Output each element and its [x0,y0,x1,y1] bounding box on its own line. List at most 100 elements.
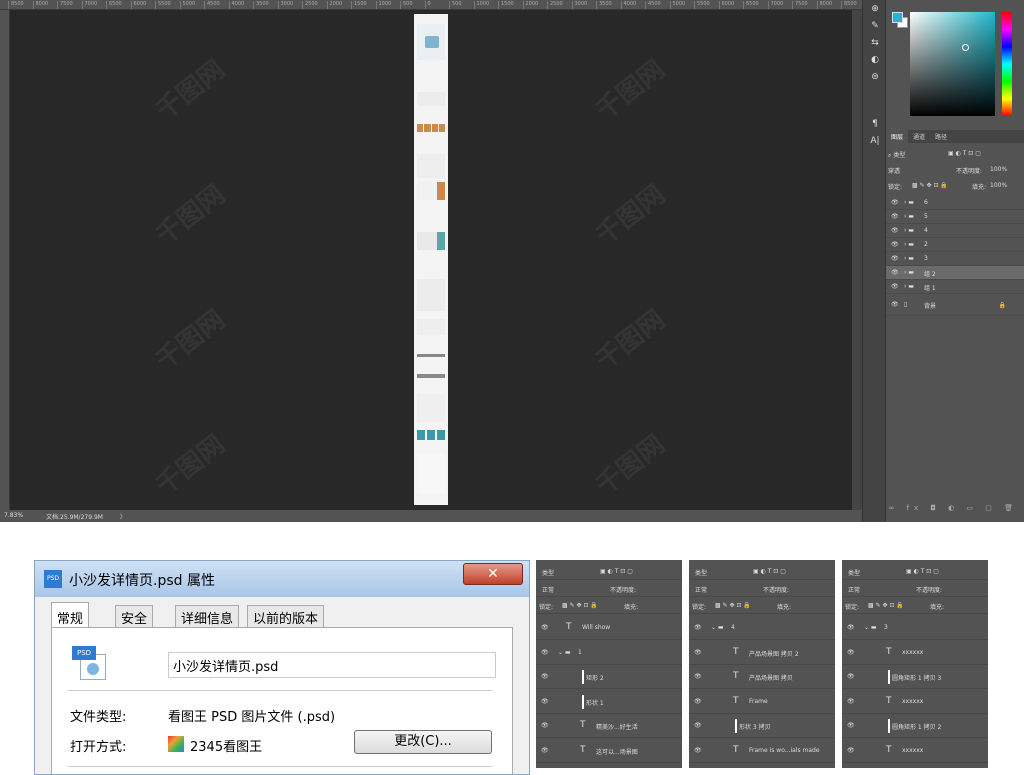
tab-details[interactable]: 详细信息 [175,605,240,629]
layer-row[interactable]: 👁 ⌄ ▬ 4 [689,616,835,640]
layer-row[interactable]: 👁 › ▬ 组 1 [886,280,1024,294]
layer-row[interactable]: 👁 T 精美沙...好生活 [536,714,682,738]
eye-icon[interactable]: 👁 [847,673,855,680]
filter-select[interactable]: 类型 [848,568,860,577]
lock-icons[interactable]: ▩ ✎ ✥ ⊡ 🔒 [715,602,751,609]
blend-mode-select[interactable]: 正常 [848,585,860,594]
layer-row[interactable]: 👁 ⌄ ▬ 3 [842,616,988,640]
layer-panel-actions[interactable]: ∞ fx ◘ ◐ ▭ ▢ 🗑 [886,504,1024,518]
layer-row[interactable]: 👁 T Will show [536,616,682,640]
filter-icons[interactable]: ▣ ◐ T ⊡ ▢ [600,568,633,575]
blend-mode-select[interactable]: 正常 [542,585,554,594]
eye-icon[interactable]: 👁 [891,255,899,262]
eye-icon[interactable]: 👁 [891,301,899,308]
filter-icons[interactable]: ▣ ◐ T ⊡ ▢ [948,150,981,157]
canvas-area[interactable] [10,10,852,510]
lock-icons[interactable]: ▩ ✎ ✥ ⊡ 🔒 [868,602,904,609]
layer-row[interactable]: 👁 ⌄ ▬ 1 [536,641,682,665]
tab-previous-versions[interactable]: 以前的版本 [247,605,325,629]
document-preview[interactable] [414,14,448,505]
tab-security[interactable]: 安全 [115,605,154,629]
tool-icon[interactable]: ⊜ [863,70,887,85]
eye-icon[interactable]: 👁 [541,722,549,729]
layer-row[interactable]: 👁 Txxxxxx [842,641,988,665]
status-arrow[interactable]: 〉 [120,512,126,521]
layer-row[interactable]: 👁 T 这可以...场景图 [536,739,682,763]
layer-row[interactable]: 👁 圆角矩形 1 拷贝 2 [842,714,988,738]
eye-icon[interactable]: 👁 [694,624,702,631]
layer-row[interactable]: 👁T会人库 [689,763,835,768]
layer-row[interactable]: 👁 › ▬ 6 [886,196,1024,210]
eye-icon[interactable]: 👁 [847,624,855,631]
color-picker-ring[interactable] [962,44,969,51]
layer-row[interactable]: 👁 › ▬ 4 [886,224,1024,238]
layer-row[interactable]: 👁 形状 1 [536,690,682,714]
blend-mode-select[interactable]: 正常 [695,585,707,594]
opacity-value[interactable]: 100% [990,166,1007,173]
layer-row[interactable]: 👁 圆角矩形 1 拷贝 3 [842,665,988,689]
eye-icon[interactable]: 👁 [541,624,549,631]
layer-row[interactable]: 👁 T Frame is wo...ials made [689,739,835,763]
tab-general[interactable]: 常规 [51,602,90,629]
zoom-level[interactable]: 7.83% [4,512,23,519]
color-field[interactable] [910,12,995,116]
eye-icon[interactable]: 👁 [891,269,899,276]
horizontal-ruler[interactable]: 8500 8000 7500 7000 6500 6000 5500 5000 4500 4000… [0,0,862,10]
eye-icon[interactable]: 👁 [541,698,549,705]
close-button[interactable]: ✕ [463,563,523,585]
tab-layers[interactable]: 图层 [886,130,909,143]
tool-icon[interactable]: ✎ [863,19,887,34]
eye-icon[interactable]: 👁 [847,649,855,656]
eye-icon[interactable]: 👁 [847,698,855,705]
eye-icon[interactable]: 👁 [891,213,899,220]
filter-select[interactable]: 类型 [695,568,707,577]
layer-row[interactable]: 👁 Txxxxxx [842,739,988,763]
eye-icon[interactable]: 👁 [891,283,899,290]
fill-value[interactable]: 100% [990,182,1007,189]
tool-icon[interactable]: A| [863,134,887,149]
filename-input[interactable]: 小沙发详情页.psd [168,652,496,678]
layer-row[interactable]: 👁 T Frame [689,690,835,714]
layer-row[interactable]: 👁 形状 3 拷贝 [689,714,835,738]
lock-icons[interactable]: ▩ ✎ ✥ ⊡ 🔒 [562,602,598,609]
eye-icon[interactable]: 👁 [541,649,549,656]
vertical-scrollbar[interactable] [852,10,862,510]
eye-icon[interactable]: 👁 [694,673,702,680]
lock-icons[interactable]: ▩ ✎ ✥ ⊡ 🔒 [912,182,948,189]
eye-icon[interactable]: 👁 [891,227,899,234]
layer-row[interactable]: 👁T精致面料 [536,763,682,768]
vertical-ruler[interactable] [0,10,10,510]
eye-icon[interactable]: 👁 [541,747,549,754]
eye-icon[interactable]: 👁 [847,722,855,729]
filter-select[interactable]: 类型 [893,152,905,159]
blend-mode-select[interactable]: 穿透 [888,168,900,175]
tool-icon[interactable]: ⊕ [863,2,887,17]
tab-channels[interactable]: 通道 [908,130,930,143]
layer-row[interactable]: 👁 › ▬ 3 [886,252,1024,266]
tool-icon[interactable]: ⇆ [863,36,887,51]
eye-icon[interactable]: 👁 [891,241,899,248]
eye-icon[interactable]: 👁 [694,698,702,705]
layer-row[interactable]: 👁 T 产品场景图 拷贝 2 [689,641,835,665]
layer-row[interactable]: 👁 T 产品场景图 拷贝 [689,665,835,689]
filter-icons[interactable]: ▣ ◐ T ⊡ ▢ [906,568,939,575]
tool-icon[interactable]: ◐ [863,53,887,68]
filter-select[interactable]: 类型 [542,568,554,577]
eye-icon[interactable]: 👁 [694,747,702,754]
eye-icon[interactable]: 👁 [541,673,549,680]
layer-row[interactable]: 👁 › ▬ 5 [886,210,1024,224]
tab-paths[interactable]: 路径 [930,130,952,143]
hue-slider[interactable] [1002,12,1012,116]
layer-row[interactable]: 👁 ▯ 背景 🔒 [886,298,1024,316]
eye-icon[interactable]: 👁 [847,747,855,754]
layer-row[interactable]: 👁 › ▬ 2 [886,238,1024,252]
change-button[interactable]: 更改(C)... [354,730,492,754]
eye-icon[interactable]: 👁 [694,649,702,656]
filter-icons[interactable]: ▣ ◐ T ⊡ ▢ [753,568,786,575]
eye-icon[interactable]: 👁 [694,722,702,729]
eye-icon[interactable]: 👁 [891,199,899,206]
layer-row[interactable]: 👁圆角矩形 1 拷贝 [842,763,988,768]
foreground-color-swatch[interactable] [892,12,903,23]
layer-row[interactable]: 👁 › ▬ 组 2 [886,266,1024,280]
layer-row[interactable]: 👁 矩形 2 [536,665,682,689]
